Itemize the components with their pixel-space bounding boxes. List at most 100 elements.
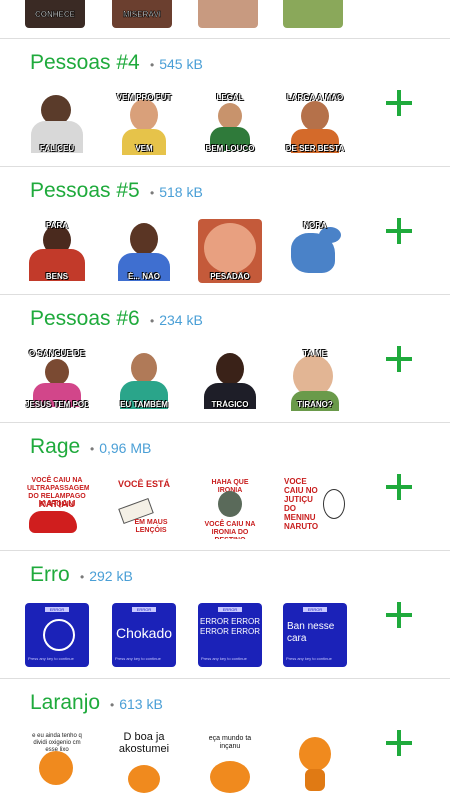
dot-separator-icon: • [110,698,115,712]
plus-icon[interactable] [384,88,414,118]
sticker-thumbnail[interactable]: VOCÊ ESTÁ EM MAUS LENÇÓIS [112,475,176,539]
sticker-thumbnail[interactable]: ERROR Ban nesse cara Press any key to co… [283,603,347,667]
sticker-text: VOCÊ ESTÁ [117,479,170,489]
sticker-caption-bottom: VEM [135,144,153,153]
pack-size: • 292 kB [80,568,133,584]
plus-icon[interactable] [384,344,414,374]
sticker-thumbnail[interactable]: ERROR ERROR ERROR ERROR ERROR Press any … [198,603,262,667]
plus-icon[interactable] [384,216,414,246]
sticker-thumbnail[interactable]: LARGA A MÃO DE SER BESTA [283,91,347,155]
sticker-error-header: ERROR [303,607,327,612]
sticker-thumbnail[interactable]: TA ME TIRANO? [283,347,347,411]
dot-separator-icon: • [90,442,95,456]
pack-size-value: 0,96 MB [99,440,152,456]
sticker-caption-bottom: JESUS TEM PODER [25,400,89,409]
plus-icon[interactable] [384,728,414,758]
pack-size-value: 545 kB [159,56,203,72]
sticker-thumbnail[interactable] [283,0,343,28]
sticker-thumbnail[interactable]: e eu ainda tenho q dividi oxigenio cm es… [25,731,89,795]
sticker-thumbnail[interactable]: TRÁGICO [198,347,262,411]
pack-size: • 545 kB [150,56,203,72]
sticker-caption: CONHECE [34,10,76,20]
sticker-caption-top: NORA [303,221,327,230]
sticker-caption-top: VEM PRO FUT [116,93,172,102]
previous-pack-row[interactable]: CONHECE MISERAVI [0,0,450,39]
pack-size-value: 613 kB [119,696,163,712]
sticker-caption-bottom: FALICEU [39,144,75,153]
dot-separator-icon: • [150,58,155,72]
pack-title: Laranjo [30,691,101,714]
sticker-pack-rage[interactable]: Rage • 0,96 MB VOCÊ CAIU NA ULTRAPASSAGEM… [0,423,450,551]
sticker-error-footer: Press any key to continue [115,656,161,661]
sticker-thumbnail[interactable]: ERROR Chokado Press any key to continue [112,603,176,667]
sticker-thumbnail[interactable]: HAHA QUE IRONIA VOCÊ CAIU NA IRONIA DO D… [198,475,262,539]
plus-icon[interactable] [384,472,414,502]
pack-size-value: 518 kB [159,184,203,200]
sticker-thumbnail[interactable]: O SANGUE DE JESUS TEM PODER [25,347,89,411]
sticker-caption-top: LEGAL [216,93,244,102]
sticker-caption-bottom: EU TAMBÉM [120,400,168,409]
sticker-caption-top: O SANGUE DE [28,349,85,358]
sticker-thumbnail[interactable]: EU TAMBÉM [112,347,176,411]
sticker-text: KATIAU [38,499,76,510]
sticker-thumbnail[interactable]: MISERAVI [112,0,172,28]
sticker-caption-bottom: BEM LOUCO [205,144,255,153]
pack-title: Erro [30,563,70,586]
sticker-error-header: ERROR [45,607,69,612]
sticker-thumbnail[interactable] [283,731,347,795]
plus-icon[interactable] [384,600,414,630]
sticker-thumbnail[interactable]: eça mundo ta inçanu [198,731,262,795]
sticker-thumbnail[interactable]: ERROR Press any key to continue [25,603,89,667]
sticker-thumbnail[interactable]: VOCÊ CAIU NA ULTRAPASSAGEM DO RELAMPAGO … [25,475,89,539]
sticker-caption-bottom: TRÁGICO [211,400,249,409]
sticker-thumbnail[interactable] [198,0,258,28]
pack-size: • 234 kB [150,312,203,328]
pack-size-value: 234 kB [159,312,203,328]
sticker-caption-bottom: BENS [45,272,69,281]
sticker-thumbnail[interactable]: É... NÃO [112,219,176,283]
sticker-text: eça mundo ta inçanu [208,735,252,750]
sticker-caption: MISERAVI [122,10,162,20]
sticker-thumbnail[interactable]: CONHECE [25,0,85,28]
pack-title: Pessoas #6 [30,307,140,330]
sticker-text: VOCE CAIU NO JUTIÇU DO MENINU NARUTO [284,477,319,531]
pack-size: • 0,96 MB [90,440,151,456]
sticker-thumbnail[interactable]: FALICEU [25,91,89,155]
sticker-text: ERROR ERROR ERROR ERROR [200,617,261,636]
sticker-thumbnail[interactable]: PESADÃO [198,219,262,283]
sticker-pack-pessoas-4[interactable]: Pessoas #4 • 545 kB FALICEU VEM PRO FUT V… [0,39,450,167]
sticker-caption-bottom: DE SER BESTA [285,144,345,153]
pack-title: Rage [30,435,81,458]
sticker-text: EM MAUS LENÇÓIS [134,519,168,534]
sticker-caption-top: PARA [45,221,69,230]
pack-size: • 518 kB [150,184,203,200]
sticker-thumbnail[interactable]: VEM PRO FUT VEM [112,91,176,155]
sticker-pack-pessoas-6[interactable]: Pessoas #6 • 234 kB O SANGUE DE JESUS TEM… [0,295,450,423]
pack-size: • 613 kB [110,696,163,712]
sticker-pack-laranjo[interactable]: Laranjo • 613 kB e eu ainda tenho q divid… [0,679,450,806]
sticker-thumbnail[interactable]: NORA [283,219,347,283]
sticker-thumbnail[interactable]: LEGAL BEM LOUCO [198,91,262,155]
sticker-thumbnail[interactable]: PARA BENS [25,219,89,283]
sticker-error-header: ERROR [218,607,242,612]
sticker-pack-erro[interactable]: Erro • 292 kB ERROR Press any key to cont… [0,551,450,679]
sticker-caption-bottom: É... NÃO [127,272,160,281]
sticker-thumbnail[interactable]: D boa ja akostumei [112,731,176,795]
sticker-text: D boa ja akostumei [118,731,170,755]
sticker-caption-bottom: PESADÃO [210,272,250,281]
sticker-error-header: ERROR [132,607,156,612]
sticker-error-footer: Press any key to continue [286,656,332,661]
sticker-text: Chokado [115,625,173,641]
dot-separator-icon: • [150,186,155,200]
dot-separator-icon: • [80,570,85,584]
pack-size-value: 292 kB [89,568,133,584]
sticker-thumbnail[interactable]: VOCE CAIU NO JUTIÇU DO MENINU NARUTO [283,475,347,539]
sticker-pack-pessoas-5[interactable]: Pessoas #5 • 518 kB PARA BENS É... NÃO PE… [0,167,450,295]
sticker-text: VOCÊ CAIU NA IRONIA DO DESTINO [204,521,256,539]
sticker-text: Ban nesse cara [287,621,335,644]
sticker-pack-list: CONHECE MISERAVI Pessoas #4 • 545 kB FALI… [0,0,450,806]
sticker-caption-top: TA ME [303,349,327,358]
sticker-caption-top: LARGA A MÃO [286,93,344,102]
sticker-error-footer: Press any key to continue [201,656,247,661]
sticker-caption-bottom: TIRANO? [297,400,333,409]
